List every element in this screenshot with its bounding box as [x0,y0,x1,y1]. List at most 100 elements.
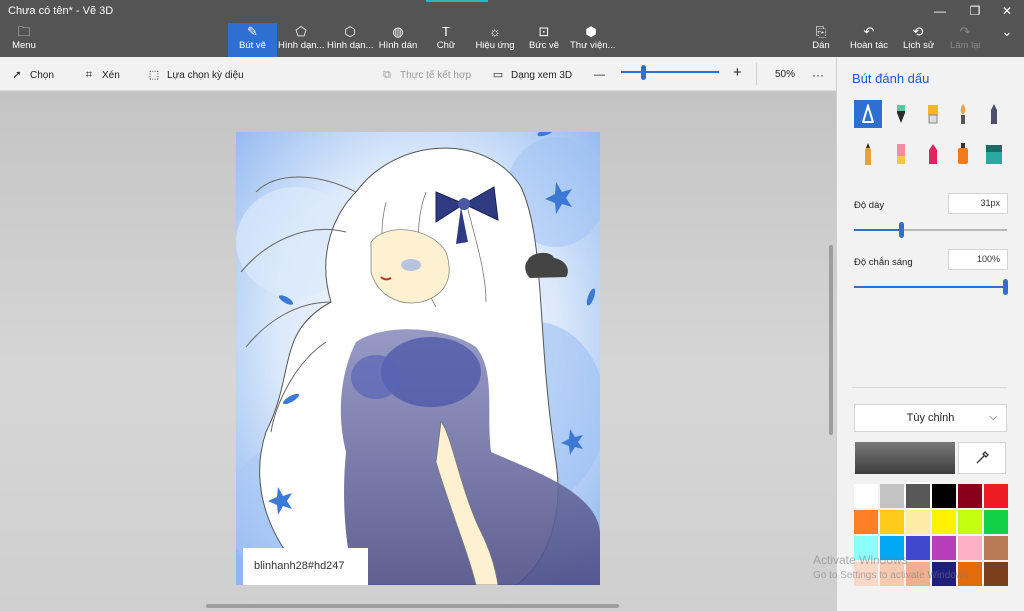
shapes-2d-icon: ⬠ [295,24,307,39]
text-icon: T [442,24,450,39]
redo-label: Làm lại [950,40,981,51]
color-swatch[interactable] [932,510,956,534]
shapes-3d-icon: ⬡ [344,24,356,39]
panel-divider [852,387,1007,388]
tab-effects[interactable]: ☼ Hiệu ứng [475,23,515,57]
tab-label: Bút vẽ [239,40,266,51]
sticker-icon: ◍ [392,24,404,39]
spray-can-brush[interactable] [949,140,977,168]
color-swatch[interactable] [984,562,1008,586]
window-title: Chưa có tên* - Vẽ 3D [8,5,114,17]
tab-text[interactable]: T Chữ [433,23,459,57]
tab-2d-shapes[interactable]: ⬠ Hình dạn... [278,23,324,57]
watermark-title: Activate Windows [813,553,908,567]
opacity-slider-thumb[interactable] [1003,279,1008,295]
anime-girl-artwork[interactable] [236,132,600,585]
color-swatch[interactable] [906,510,930,534]
crayon-icon [865,143,871,165]
toolbar-divider [756,63,757,85]
close-button[interactable]: ✕ [997,2,1017,20]
mixed-reality-button[interactable]: ⧉ Thực tế kết hợp [380,67,471,83]
tab-label: Hình dạn... [327,40,374,51]
marker-brush[interactable] [854,100,882,128]
color-swatch[interactable] [958,510,982,534]
fill-icon [986,145,1002,164]
crayon-brush[interactable] [854,140,882,168]
restore-button[interactable]: ❐ [965,2,985,20]
tab-label: Chữ [436,40,456,51]
select-tool[interactable]: ➚ Chọn [10,67,54,83]
magic-select-label: Lựa chọn kỳ diệu [167,70,244,81]
magic-select-tool[interactable]: ⬚ Lựa chọn kỳ diệu [147,67,244,83]
tab-brushes[interactable]: ✎ Bút vẽ [228,23,277,57]
thickness-slider[interactable] [854,222,1007,238]
current-color-preview[interactable] [855,442,955,474]
oil-brush[interactable] [919,100,947,128]
history-icon: ⟲ [912,24,924,39]
vertical-scrollbar[interactable] [829,245,833,435]
zoom-slider[interactable] [621,71,719,73]
menu-label: Menu [12,40,36,51]
redo-button[interactable]: ↷ Làm lại [950,23,981,57]
pencil-brush[interactable] [980,100,1008,128]
calligraphy-pen-brush[interactable] [887,100,915,128]
title-accent [426,0,488,2]
title-bar: Chưa có tên* - Vẽ 3D — ❐ ✕ 🗀 Menu ✎ Bút … [0,0,1024,57]
view-3d-button[interactable]: ▭ Dạng xem 3D [491,67,572,83]
thickness-input[interactable]: 31px [948,193,1008,214]
more-options-button[interactable]: ··· [812,67,824,83]
crop-tool[interactable]: ⌗ Xén [82,67,120,83]
fill-brush[interactable] [980,140,1008,168]
color-swatch[interactable] [984,510,1008,534]
color-swatch[interactable] [854,510,878,534]
zoom-slider-thumb[interactable] [640,65,646,80]
color-swatch[interactable] [932,484,956,508]
zoom-percent[interactable]: 50% [775,67,795,83]
calligraphy-pen-icon [897,105,905,123]
eyedropper-button[interactable] [958,442,1006,474]
tab-3d-shapes[interactable]: ⬡ Hình dạn... [327,23,373,57]
eraser-icon [897,144,905,164]
opacity-slider[interactable] [854,279,1008,295]
finish-dropdown-value: Tùy chỉnh [906,412,955,424]
eraser-brush[interactable] [887,140,915,168]
chevron-down-icon: ⌄ [1001,24,1013,39]
color-swatch[interactable] [880,510,904,534]
color-swatch[interactable] [958,484,982,508]
opacity-label: Độ chắn sáng [854,257,913,268]
minimize-button[interactable]: — [930,2,950,20]
color-swatch[interactable] [904,482,932,510]
horizontal-scrollbar[interactable] [206,604,619,608]
cursor-icon: ➚ [12,69,22,81]
tab-label: Hiệu ứng [475,40,515,51]
pixel-pen-brush[interactable] [919,140,947,168]
tab-label: Bức vẽ [528,40,560,51]
menu-button[interactable]: 🗀 Menu [8,23,40,57]
select-label: Chọn [30,70,54,81]
zoom-out-button[interactable]: — [594,67,605,83]
paste-button[interactable]: ⎘ Dán [810,23,832,57]
tab-library[interactable]: ⬢ Thư viện... [570,23,616,57]
tab-label: Thư viện... [570,40,616,51]
color-swatch[interactable] [984,484,1008,508]
history-button[interactable]: ⟲ Lịch sử [903,23,934,57]
opacity-input[interactable]: 100% [948,249,1008,270]
color-swatch[interactable] [880,484,904,508]
artist-signature: blinhanh28#hd247 [243,548,368,585]
tab-canvas[interactable]: ⊡ Bức vẽ [528,23,560,57]
color-swatch[interactable] [984,536,1008,560]
expand-ribbon-button[interactable]: ⌄ [997,23,1017,57]
mixed-reality-icon: ⧉ [383,69,391,81]
view-3d-icon: ▭ [492,69,504,81]
undo-button[interactable]: ↶ Hoàn tác [850,23,888,57]
zoom-in-button[interactable]: + [733,65,742,81]
tab-label: Hình dán [378,40,418,51]
tab-stickers[interactable]: ◍ Hình dán [378,23,418,57]
watercolor-brush[interactable] [949,100,977,128]
finish-dropdown[interactable]: Tùy chỉnh ⌵ [854,404,1007,432]
color-swatch[interactable] [854,484,878,508]
thickness-slider-thumb[interactable] [899,222,905,238]
eyedropper-icon [976,451,989,464]
thickness-label: Độ dày [854,200,885,211]
watermark-subtitle: Go to Settings to activate Windows. [813,570,971,581]
